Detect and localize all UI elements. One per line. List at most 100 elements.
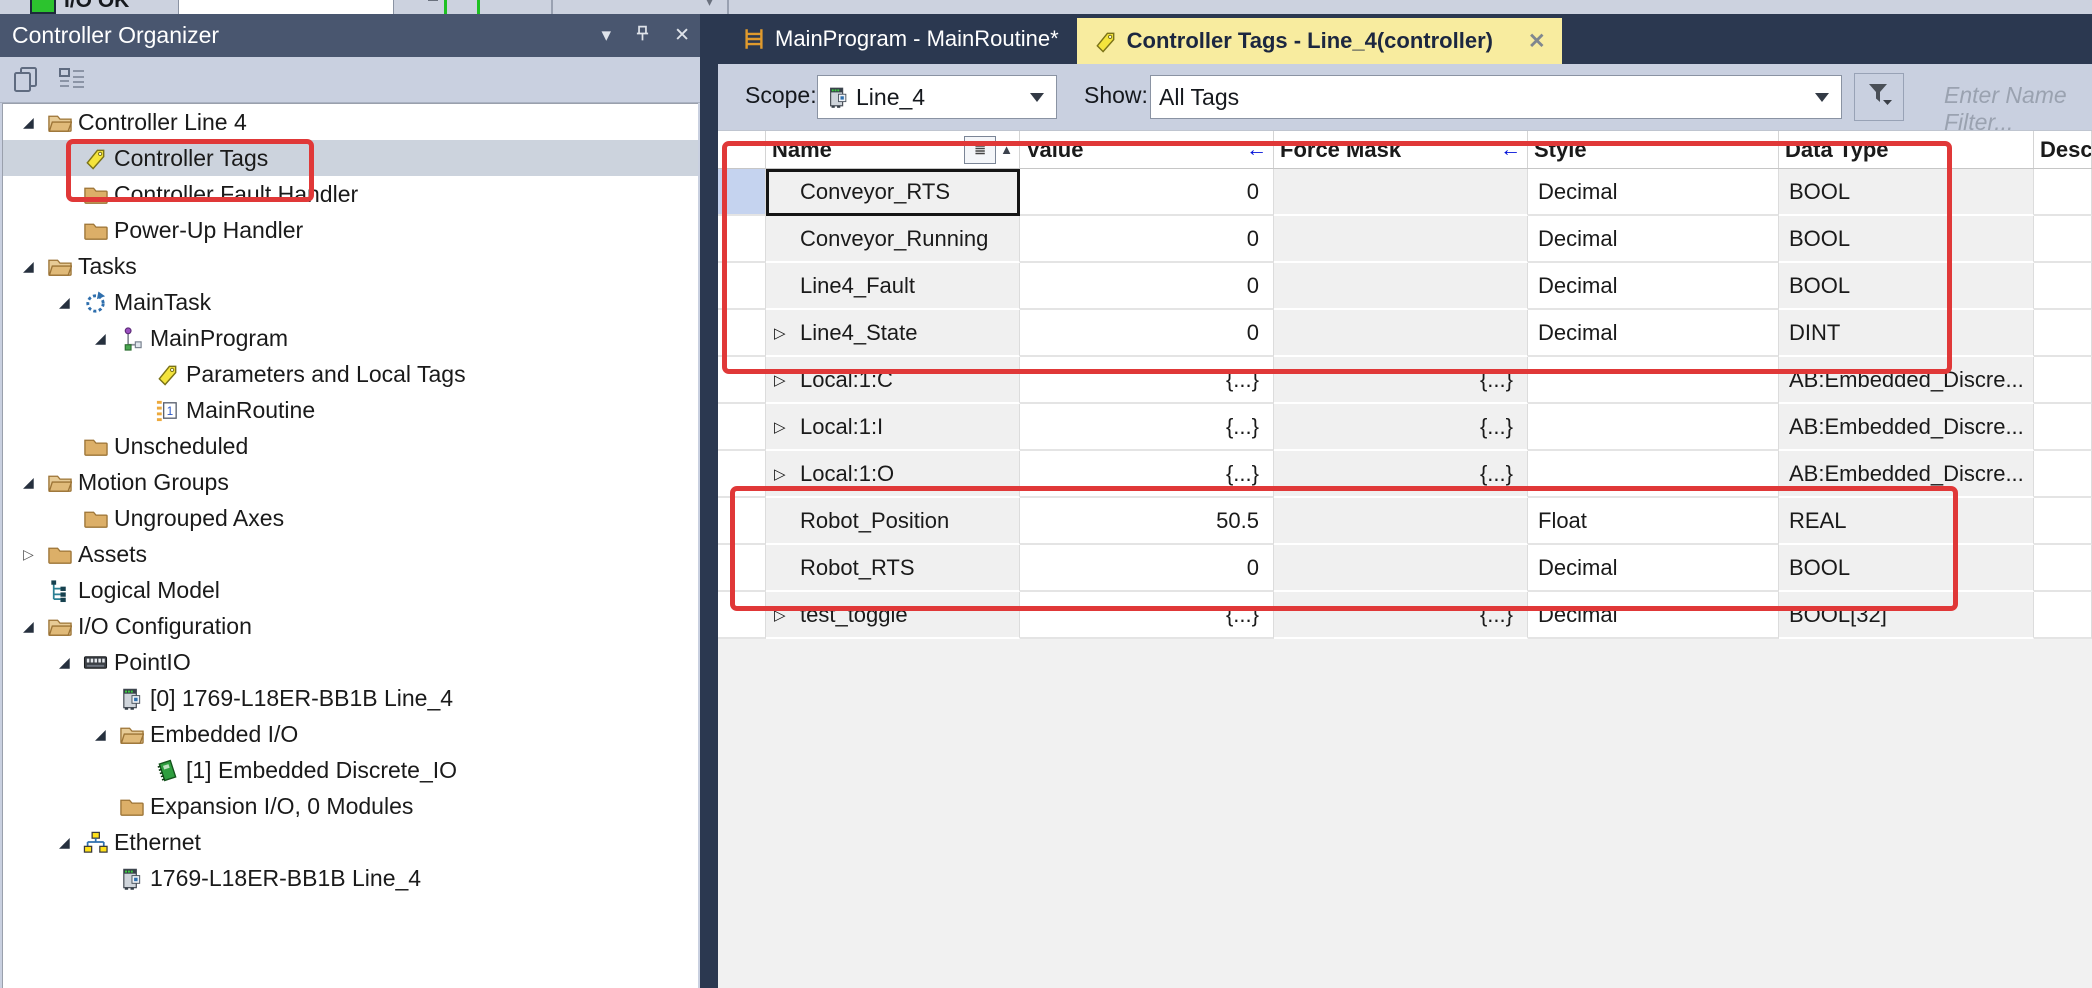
tree-item-logical-model[interactable]: Logical Model — [3, 572, 698, 608]
tag-name-cell[interactable]: Robot_RTS — [766, 545, 1020, 592]
tag-value-cell[interactable]: {...} — [1020, 357, 1274, 404]
show-combo[interactable]: All Tags — [1150, 75, 1842, 119]
window-menu-icon[interactable]: ▾ — [602, 26, 612, 45]
tag-style-cell[interactable] — [1528, 404, 1779, 451]
top-combo-box[interactable] — [178, 0, 394, 14]
tree-item-unscheduled[interactable]: Unscheduled — [3, 428, 698, 464]
tag-style-cell[interactable]: Decimal — [1528, 545, 1779, 592]
tag-value-cell[interactable]: {...} — [1020, 404, 1274, 451]
expand-tag-icon[interactable]: ▷ — [774, 606, 800, 624]
close-icon[interactable]: ✕ — [674, 26, 690, 45]
tag-value-cell[interactable]: {...} — [1020, 592, 1274, 639]
tree-item-motion-groups[interactable]: ◢Motion Groups — [3, 464, 698, 500]
tree-item-assets[interactable]: ▷Assets — [3, 536, 698, 572]
tag-style-cell[interactable]: Decimal — [1528, 263, 1779, 310]
tag-data-type-cell[interactable]: BOOL — [1779, 263, 2034, 310]
expand-tag-icon[interactable]: ▷ — [774, 465, 800, 483]
collapse-arrow-icon[interactable]: ◢ — [59, 654, 83, 671]
tag-force-mask-cell[interactable] — [1274, 310, 1528, 357]
collapse-arrow-icon[interactable]: ◢ — [23, 474, 47, 491]
collapse-arrow-icon[interactable]: ◢ — [23, 618, 47, 635]
tag-name-cell[interactable]: ▷Line4_State — [766, 310, 1020, 357]
tag-description-cell[interactable] — [2034, 545, 2092, 592]
tag-style-cell[interactable] — [1528, 451, 1779, 498]
tag-style-cell[interactable]: Decimal — [1528, 169, 1779, 216]
row-selector[interactable] — [718, 592, 766, 639]
tag-value-cell[interactable]: 0 — [1020, 169, 1274, 216]
tag-force-mask-cell[interactable]: {...} — [1274, 357, 1528, 404]
filter-button[interactable] — [1854, 73, 1904, 121]
expand-tag-icon[interactable]: ▷ — [774, 324, 800, 342]
tag-description-cell[interactable] — [2034, 404, 2092, 451]
collapse-arrow-icon[interactable]: ◢ — [59, 834, 83, 851]
tag-force-mask-cell[interactable] — [1274, 498, 1528, 545]
tag-force-mask-cell[interactable] — [1274, 263, 1528, 310]
panel-splitter[interactable] — [700, 14, 718, 988]
collapse-arrow-icon[interactable]: ◢ — [23, 114, 47, 131]
tab-mainprogram-mainroutine[interactable]: MainProgram - MainRoutine* — [724, 14, 1077, 64]
expand-arrow-icon[interactable]: ▷ — [23, 546, 47, 563]
tag-force-mask-cell[interactable] — [1274, 169, 1528, 216]
tree-item-pointio[interactable]: ◢PointIO — [3, 644, 698, 680]
tree-item-power-up-handler[interactable]: Power-Up Handler — [3, 212, 698, 248]
tree-item-1769-l18er-bb1b-line-4[interactable]: 1769-L18ER-BB1B Line_4 — [3, 860, 698, 896]
tag-name-cell[interactable]: ▷Local:1:I — [766, 404, 1020, 451]
tree-item-controller-line-4[interactable]: ◢Controller Line 4 — [3, 104, 698, 140]
name-filter-options-icon[interactable]: ≣ — [964, 136, 996, 164]
tag-data-type-cell[interactable]: BOOL[32] — [1779, 592, 2034, 639]
tag-name-cell[interactable]: Robot_Position — [766, 498, 1020, 545]
tag-data-type-cell[interactable]: BOOL — [1779, 545, 2034, 592]
tag-data-type-cell[interactable]: REAL — [1779, 498, 2034, 545]
tag-description-cell[interactable] — [2034, 216, 2092, 263]
tag-name-cell[interactable]: Line4_Fault — [766, 263, 1020, 310]
tag-name-cell[interactable]: ▷Local:1:C — [766, 357, 1020, 404]
column-header-data-type[interactable]: Data Type — [1779, 131, 2034, 168]
row-selector[interactable] — [718, 263, 766, 310]
tree-item-embedded-i-o[interactable]: ◢Embedded I/O — [3, 716, 698, 752]
tree-item-0-1769-l18er-bb1b-line-4[interactable]: [0] 1769-L18ER-BB1B Line_4 — [3, 680, 698, 716]
tag-value-cell[interactable]: 0 — [1020, 263, 1274, 310]
tag-force-mask-cell[interactable]: {...} — [1274, 404, 1528, 451]
row-selector[interactable] — [718, 169, 766, 216]
tag-force-mask-cell[interactable]: {...} — [1274, 451, 1528, 498]
expand-tag-icon[interactable]: ▷ — [774, 418, 800, 436]
row-selector[interactable] — [718, 216, 766, 263]
tag-style-cell[interactable]: Float — [1528, 498, 1779, 545]
close-tab-icon[interactable]: ✕ — [1528, 29, 1546, 54]
tag-data-type-cell[interactable]: AB:Embedded_Discre... — [1779, 404, 2034, 451]
row-selector[interactable] — [718, 498, 766, 545]
tag-force-mask-cell[interactable] — [1274, 545, 1528, 592]
row-selector[interactable] — [718, 404, 766, 451]
tag-description-cell[interactable] — [2034, 451, 2092, 498]
tag-value-cell[interactable]: 0 — [1020, 310, 1274, 357]
tag-value-cell[interactable]: {...} — [1020, 451, 1274, 498]
tag-force-mask-cell[interactable]: {...} — [1274, 592, 1528, 639]
tag-value-cell[interactable]: 0 — [1020, 545, 1274, 592]
tag-name-cell[interactable]: Conveyor_RTS — [766, 169, 1020, 216]
tag-style-cell[interactable] — [1528, 357, 1779, 404]
tab-controller-tags-line-4-controller[interactable]: Controller Tags - Line_4(controller)✕ — [1077, 18, 1562, 64]
collapse-arrow-icon[interactable]: ◢ — [95, 330, 119, 347]
tag-value-cell[interactable]: 0 — [1020, 216, 1274, 263]
tag-data-type-cell[interactable]: AB:Embedded_Discre... — [1779, 357, 2034, 404]
list-view-icon[interactable] — [54, 63, 90, 97]
tag-description-cell[interactable] — [2034, 498, 2092, 545]
column-header-name[interactable]: Name≣▲ — [766, 131, 1020, 168]
tree-item-1-embedded-discrete-io[interactable]: [1] Embedded Discrete_IO — [3, 752, 698, 788]
tree-item-maintask[interactable]: ◢MainTask — [3, 284, 698, 320]
tag-description-cell[interactable] — [2034, 592, 2092, 639]
collapse-arrow-icon[interactable]: ◢ — [23, 258, 47, 275]
tag-name-cell[interactable]: ▷Local:1:O — [766, 451, 1020, 498]
tree-item-controller-tags[interactable]: Controller Tags — [3, 140, 698, 176]
tree-item-ungrouped-axes[interactable]: Ungrouped Axes — [3, 500, 698, 536]
row-selector[interactable] — [718, 545, 766, 592]
tag-description-cell[interactable] — [2034, 310, 2092, 357]
collapse-arrow-icon[interactable]: ◢ — [59, 294, 83, 311]
expand-tag-icon[interactable]: ▷ — [774, 371, 800, 389]
copy-pages-icon[interactable] — [8, 63, 44, 97]
tag-data-type-cell[interactable]: AB:Embedded_Discre... — [1779, 451, 2034, 498]
tag-name-cell[interactable]: ▷test_toggle — [766, 592, 1020, 639]
column-header-value[interactable]: Value← — [1020, 131, 1274, 168]
collapse-arrow-icon[interactable]: ◢ — [95, 726, 119, 743]
row-selector[interactable] — [718, 357, 766, 404]
